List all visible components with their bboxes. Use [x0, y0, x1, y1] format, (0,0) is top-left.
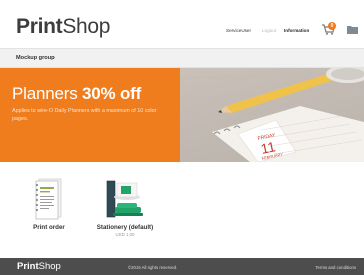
breadcrumb-item-mockup-group[interactable]: Mockup group [16, 55, 55, 62]
product-card-stationery[interactable]: Stationery (default) USD 1.00 [92, 177, 158, 238]
footer-logo-light: Shop [38, 261, 61, 272]
footer-logo: PrintShop [17, 262, 61, 272]
product-title[interactable]: Print order [22, 224, 76, 232]
product-title[interactable]: Stationery (default) [92, 224, 158, 232]
promo-subtitle: Applies to wire-O Daily Planners with a … [12, 108, 157, 122]
terms-link[interactable]: Terms and conditions [315, 265, 356, 270]
copyright-text: ©2016 All rights reserved. [128, 265, 178, 270]
logo-light: Shop [62, 15, 111, 38]
print-shop-page: PrintShop ServiceUser Logout Information… [0, 0, 364, 275]
promo-banner[interactable]: FRIDAY 11 FEBRUARY Planners 30% off Appl… [0, 68, 364, 162]
logout-link[interactable]: Logout [262, 28, 276, 34]
app-logo[interactable]: PrintShop [16, 15, 111, 38]
promo-title: Planners 30% off [12, 85, 141, 103]
information-link[interactable]: Information [284, 28, 309, 34]
product-card-print-order[interactable]: Print order [22, 177, 76, 232]
promo-panel: Planners 30% off Applies to wire-O Daily… [0, 68, 180, 162]
breadcrumb: Mockup group › [0, 48, 364, 68]
product-price: USD 1.00 [115, 232, 135, 237]
promo-title-bold: 30% off [82, 84, 142, 103]
logo-bold: Print [16, 15, 63, 38]
header: PrintShop ServiceUser Logout Information… [0, 0, 364, 48]
cart-count-badge: 0 [328, 22, 336, 30]
product-list: Print order Stationery (default) USD 1.0… [0, 162, 364, 258]
folder-icon[interactable] [347, 25, 358, 34]
promo-title-light: Planners [12, 84, 83, 103]
print-order-image [35, 178, 62, 220]
service-user-link[interactable]: ServiceUser [226, 28, 251, 34]
chevron-right-icon: › [53, 55, 55, 61]
footer-logo-bold: Print [17, 261, 39, 272]
stationery-image [106, 180, 143, 218]
footer: PrintShop ©2016 All rights reserved. Ter… [0, 258, 364, 275]
